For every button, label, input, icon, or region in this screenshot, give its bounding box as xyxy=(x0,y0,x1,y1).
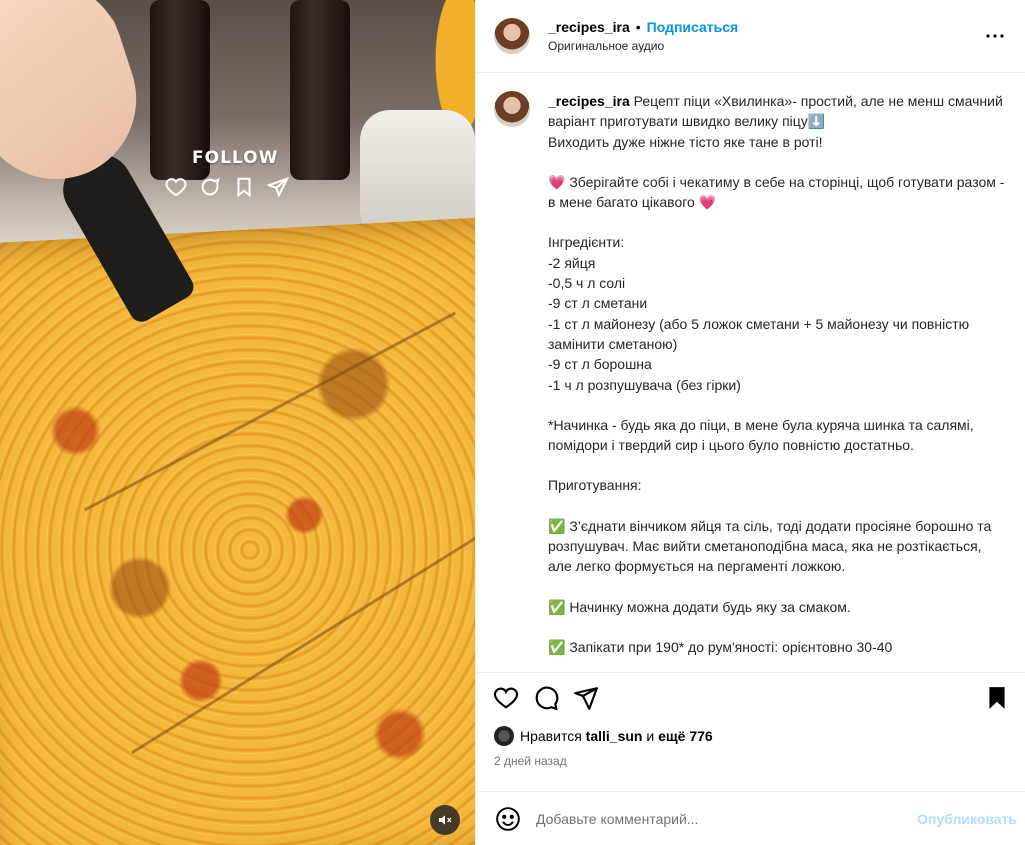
like-button[interactable] xyxy=(486,678,526,718)
video-overlay-icons xyxy=(165,176,289,198)
caption-line: -2 яйця xyxy=(548,254,596,271)
post-header: _recipes_ira • Подписаться Оригинальное … xyxy=(476,0,1025,73)
mute-icon xyxy=(439,815,452,825)
likes-count[interactable]: ещё 776 xyxy=(658,728,713,744)
more-icon xyxy=(986,34,1004,38)
likes-prefix: Нравится xyxy=(520,728,582,744)
share-button[interactable] xyxy=(566,678,606,718)
heart-icon xyxy=(493,687,519,708)
follow-button[interactable]: Подписаться xyxy=(647,19,739,35)
share-icon xyxy=(574,686,598,710)
separator: • xyxy=(635,19,641,35)
caption-line: _recipes_ira Рецепт піци «Хвилинка»- про… xyxy=(548,93,1007,130)
bookmark-icon xyxy=(989,686,1005,709)
caption-text: _recipes_ira Рецепт піци «Хвилинка»- про… xyxy=(548,91,1007,662)
comment-icon xyxy=(201,177,220,196)
caption-line: ✅ Начинку можна додати будь яку за смако… xyxy=(548,598,851,615)
caption-avatar[interactable] xyxy=(494,91,530,127)
caption-line: *Начинка - будь яка до піци, в мене була… xyxy=(548,416,978,454)
comment-button[interactable] xyxy=(526,678,566,718)
caption-line: -1 ст л майонезу (або 5 ложок сметани + … xyxy=(548,315,974,352)
more-options-button[interactable] xyxy=(983,24,1007,48)
caption-line: Виходить дуже ніжне тісто яке тане в рот… xyxy=(548,133,823,150)
post-video[interactable]: FOLLOW xyxy=(0,0,475,845)
video-follow-overlay: FOLLOW xyxy=(192,148,279,168)
caption-username[interactable]: _recipes_ira xyxy=(548,93,630,109)
caption-line xyxy=(548,496,1007,516)
caption-line: Приготування: xyxy=(548,477,642,494)
avatar[interactable] xyxy=(494,18,530,54)
pepper-mill xyxy=(290,0,350,180)
caption-line: Інгредієнти: xyxy=(548,234,625,251)
audio-link[interactable]: Оригинальное аудио xyxy=(548,39,983,53)
save-button[interactable] xyxy=(977,678,1017,718)
post-comment-button[interactable]: Опубликовать xyxy=(917,811,1017,827)
caption-line xyxy=(548,212,1007,232)
comment-input[interactable] xyxy=(536,810,918,827)
share-icon xyxy=(267,177,289,198)
header-text: _recipes_ira • Подписаться Оригинальное … xyxy=(548,19,983,53)
caption-line xyxy=(548,395,1007,415)
likes-conj: и xyxy=(646,728,655,744)
post-viewer: FOLLOW _recipes_ira • Подписаться Оригин… xyxy=(0,0,1025,845)
caption-line: ✅ З’єднати вінчиком яйця та сіль, тоді д… xyxy=(548,517,996,575)
pizza-image xyxy=(0,215,475,845)
comment-icon xyxy=(535,686,559,710)
caption-line xyxy=(548,152,1007,172)
caption-line: 💗 Зберігайте собі і чекатиму в себе на с… xyxy=(548,173,1009,211)
caption-line: -0,5 ч л солі xyxy=(548,275,626,292)
post-timestamp[interactable]: 2 дней назад xyxy=(476,750,1025,774)
caption-line xyxy=(548,455,1007,475)
emoji-icon xyxy=(496,806,520,831)
caption-line: -1 ч л розпушувача (без гірки) xyxy=(548,376,741,393)
post-panel: _recipes_ira • Подписаться Оригинальное … xyxy=(475,0,1025,845)
author-username[interactable]: _recipes_ira xyxy=(548,19,630,35)
liker-avatar[interactable] xyxy=(494,726,514,746)
caption-line: -9 ст л борошна xyxy=(548,356,652,373)
heart-icon xyxy=(165,178,187,197)
likes-row: Нравится talli_sun и ещё 776 xyxy=(476,722,1025,750)
caption-line xyxy=(548,617,1007,637)
caption-line xyxy=(548,577,1007,597)
action-bar xyxy=(476,672,1025,722)
caption-line: ✅ Запікати при 190* до рум'яності: орієн… xyxy=(548,638,893,655)
caption-line: -9 ст л сметани xyxy=(548,295,648,312)
comment-bar: Опубликовать xyxy=(476,791,1025,845)
header-line: _recipes_ira • Подписаться xyxy=(548,19,983,35)
caption-area: _recipes_ira Рецепт піци «Хвилинка»- про… xyxy=(476,73,1025,662)
emoji-button[interactable] xyxy=(492,803,524,835)
liker-username[interactable]: talli_sun xyxy=(586,728,643,744)
bookmark-icon xyxy=(237,177,251,198)
mute-button[interactable] xyxy=(430,805,460,835)
